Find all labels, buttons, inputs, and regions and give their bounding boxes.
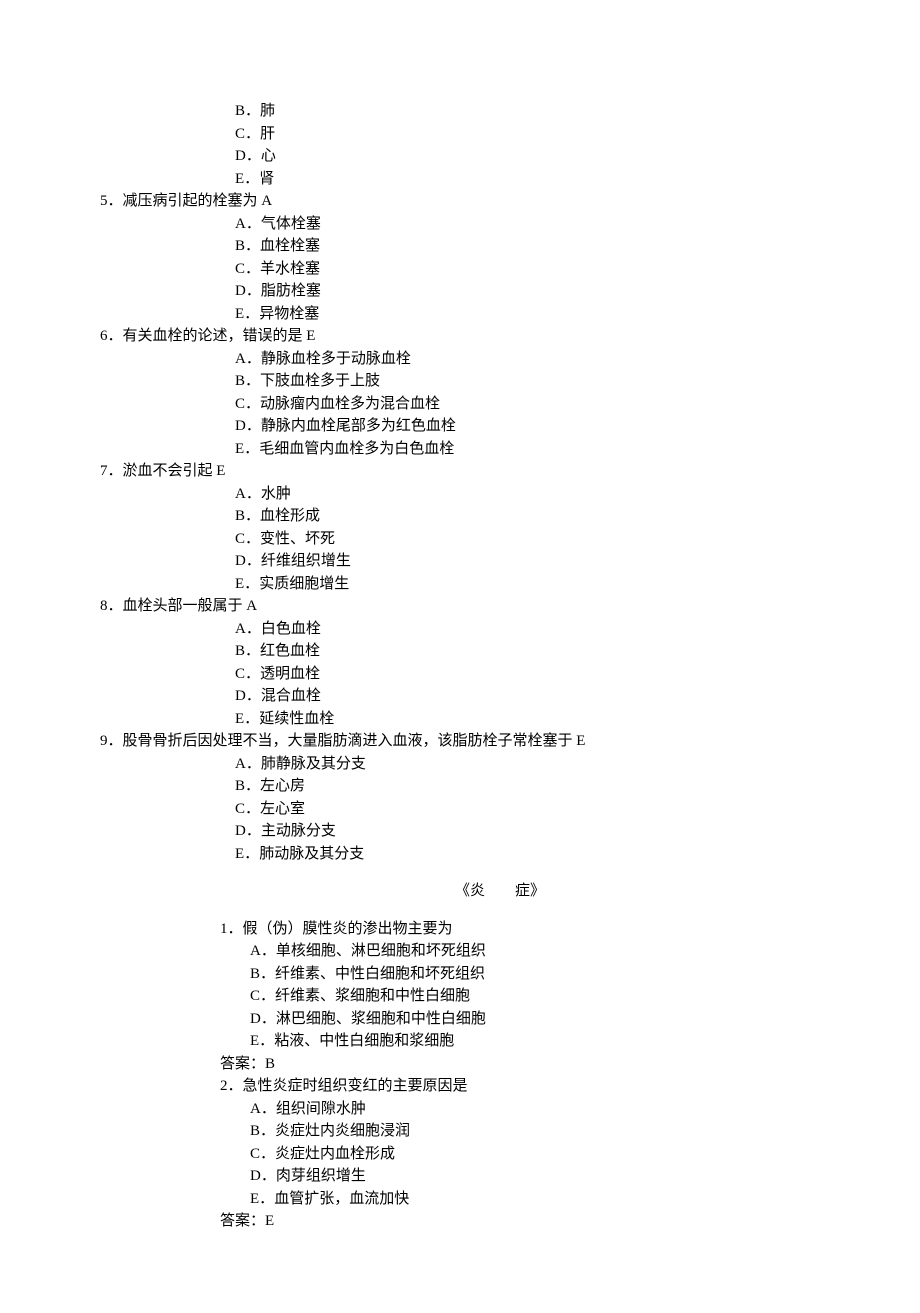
option: E．毛细血管内血栓多为白色血栓 <box>100 438 840 461</box>
option: A．组织间隙水肿 <box>220 1098 840 1121</box>
option-text: 肝 <box>260 126 275 142</box>
question-text: 7．淤血不会引起 E <box>100 460 840 483</box>
option: E．异物栓塞 <box>100 303 840 326</box>
answer: 答案：B <box>220 1053 840 1076</box>
option: D．混合血栓 <box>100 685 840 708</box>
option: B．血栓栓塞 <box>100 235 840 258</box>
question-text: 1．假（伪）膜性炎的渗出物主要为 <box>220 918 840 941</box>
option: D．淋巴细胞、浆细胞和中性白细胞 <box>220 1008 840 1031</box>
option: E．延续性血栓 <box>100 708 840 731</box>
answer: 答案：E <box>220 1210 840 1233</box>
option: C．纤维素、浆细胞和中性白细胞 <box>220 985 840 1008</box>
option: C．羊水栓塞 <box>100 258 840 281</box>
question-text: 2．急性炎症时组织变红的主要原因是 <box>220 1075 840 1098</box>
question-9: 9．股骨骨折后因处理不当，大量脂肪滴进入血液，该脂肪栓子常栓塞于 E A．肺静脉… <box>100 730 840 865</box>
question-5: 5．减压病引起的栓塞为 A A．气体栓塞 B．血栓栓塞 C．羊水栓塞 D．脂肪栓… <box>100 190 840 325</box>
section-2-block: 1．假（伪）膜性炎的渗出物主要为 A．单核细胞、淋巴细胞和坏死组织 B．纤维素、… <box>100 918 840 1233</box>
option: E．实质细胞增生 <box>100 573 840 596</box>
option: D．心 <box>100 145 840 168</box>
option: D．主动脉分支 <box>100 820 840 843</box>
option: D．静脉内血栓尾部多为红色血栓 <box>100 415 840 438</box>
question-7: 7．淤血不会引起 E A．水肿 B．血栓形成 C．变性、坏死 D．纤维组织增生 … <box>100 460 840 595</box>
question-text: 5．减压病引起的栓塞为 A <box>100 190 840 213</box>
option: C．肝 <box>100 123 840 146</box>
option: A．单核细胞、淋巴细胞和坏死组织 <box>220 940 840 963</box>
section-title-inflammation: 《炎 症》 <box>100 880 840 903</box>
option: B．血栓形成 <box>100 505 840 528</box>
option: A．水肿 <box>100 483 840 506</box>
question-text: 6．有关血栓的论述，错误的是 E <box>100 325 840 348</box>
question-text: 9．股骨骨折后因处理不当，大量脂肪滴进入血液，该脂肪栓子常栓塞于 E <box>100 730 840 753</box>
option: E．肺动脉及其分支 <box>100 843 840 866</box>
option: A．静脉血栓多于动脉血栓 <box>100 348 840 371</box>
question-text: 8．血栓头部一般属于 A <box>100 595 840 618</box>
option: B．纤维素、中性白细胞和坏死组织 <box>220 963 840 986</box>
option: A．肺静脉及其分支 <box>100 753 840 776</box>
option: A．气体栓塞 <box>100 213 840 236</box>
option: E．粘液、中性白细胞和浆细胞 <box>220 1030 840 1053</box>
option-letter: E <box>235 171 244 187</box>
option: B．下肢血栓多于上肢 <box>100 370 840 393</box>
section2-question-1: 1．假（伪）膜性炎的渗出物主要为 A．单核细胞、淋巴细胞和坏死组织 B．纤维素、… <box>220 918 840 1076</box>
option-text: 肺 <box>260 103 275 119</box>
option: B．炎症灶内炎细胞浸润 <box>220 1120 840 1143</box>
question-4-tail-options: B．肺 C．肝 D．心 E．肾 <box>100 100 840 190</box>
option-letter: B <box>235 103 245 119</box>
section2-question-2: 2．急性炎症时组织变红的主要原因是 A．组织间隙水肿 B．炎症灶内炎细胞浸润 C… <box>220 1075 840 1233</box>
option-letter: D <box>235 148 246 164</box>
option: D．肉芽组织增生 <box>220 1165 840 1188</box>
option: C．动脉瘤内血栓多为混合血栓 <box>100 393 840 416</box>
option-text: 心 <box>261 148 276 164</box>
option: A．白色血栓 <box>100 618 840 641</box>
option: B．红色血栓 <box>100 640 840 663</box>
option: D．纤维组织增生 <box>100 550 840 573</box>
option-letter: C <box>235 126 245 142</box>
option: D．脂肪栓塞 <box>100 280 840 303</box>
option: C．透明血栓 <box>100 663 840 686</box>
option-text: 肾 <box>259 171 274 187</box>
option: E．肾 <box>100 168 840 191</box>
option: C．左心室 <box>100 798 840 821</box>
option: E．血管扩张，血流加快 <box>220 1188 840 1211</box>
question-6: 6．有关血栓的论述，错误的是 E A．静脉血栓多于动脉血栓 B．下肢血栓多于上肢… <box>100 325 840 460</box>
question-8: 8．血栓头部一般属于 A A．白色血栓 B．红色血栓 C．透明血栓 D．混合血栓… <box>100 595 840 730</box>
option: B．左心房 <box>100 775 840 798</box>
option: B．肺 <box>100 100 840 123</box>
option: C．炎症灶内血栓形成 <box>220 1143 840 1166</box>
option: C．变性、坏死 <box>100 528 840 551</box>
